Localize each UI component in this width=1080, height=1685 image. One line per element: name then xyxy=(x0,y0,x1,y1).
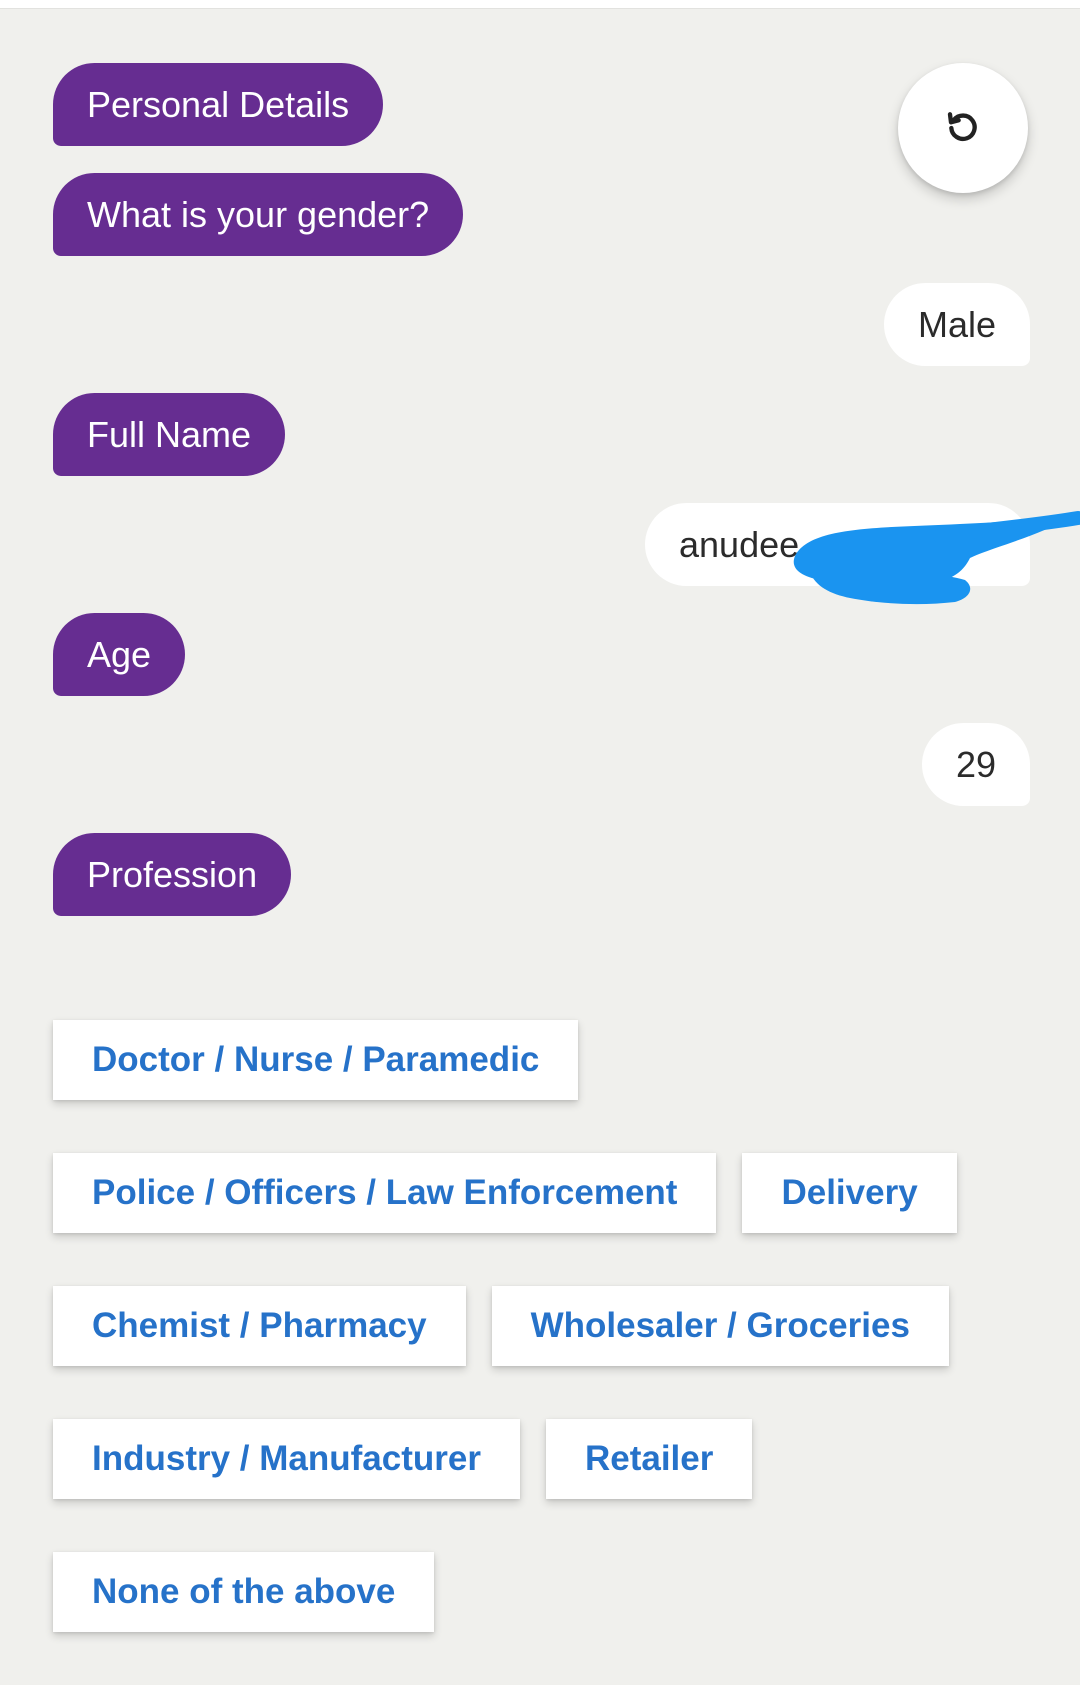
refresh-icon xyxy=(947,112,977,142)
top-divider xyxy=(0,0,1080,9)
refresh-button[interactable] xyxy=(898,63,1028,193)
option-doctor-nurse-paramedic[interactable]: Doctor / Nurse / Paramedic xyxy=(53,1020,579,1100)
bot-message-profession: Profession xyxy=(53,833,292,916)
option-chemist-pharmacy[interactable]: Chemist / Pharmacy xyxy=(53,1286,466,1366)
option-retailer[interactable]: Retailer xyxy=(545,1419,753,1499)
user-reply-age: 29 xyxy=(921,723,1030,806)
option-delivery[interactable]: Delivery xyxy=(742,1153,957,1233)
option-police-officers-law-enforcement[interactable]: Police / Officers / Law Enforcement xyxy=(53,1153,717,1233)
options-row-3: Chemist / Pharmacy Wholesaler / Grocerie… xyxy=(53,1286,1033,1366)
option-wholesaler-groceries[interactable]: Wholesaler / Groceries xyxy=(491,1286,949,1366)
bot-message-age: Age xyxy=(53,613,186,696)
bot-message-full-name: Full Name xyxy=(53,393,286,476)
profession-options: Doctor / Nurse / Paramedic Police / Offi… xyxy=(53,1020,1033,1685)
user-reply-gender: Male xyxy=(883,283,1030,366)
options-row-5: None of the above xyxy=(53,1552,1033,1632)
options-row-4: Industry / Manufacturer Retailer xyxy=(53,1419,1033,1499)
user-reply-full-name: anudee xyxy=(645,503,1030,586)
option-industry-manufacturer[interactable]: Industry / Manufacturer xyxy=(53,1419,520,1499)
options-row-1: Doctor / Nurse / Paramedic xyxy=(53,1020,1033,1100)
bot-message-personal-details: Personal Details xyxy=(53,63,384,146)
options-row-2: Police / Officers / Law Enforcement Deli… xyxy=(53,1153,1033,1233)
option-none-of-the-above[interactable]: None of the above xyxy=(53,1552,435,1632)
bot-message-gender-question: What is your gender? xyxy=(53,173,464,256)
